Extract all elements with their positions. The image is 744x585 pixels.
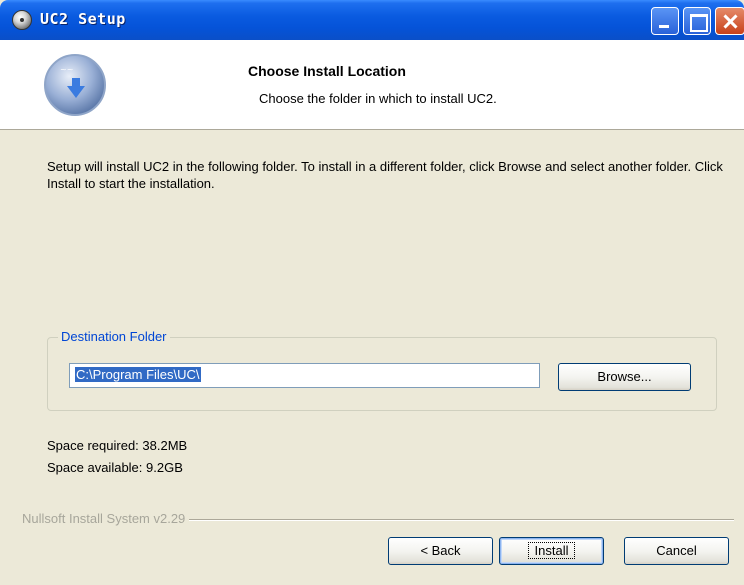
nsis-branding: Nullsoft Install System v2.29	[22, 511, 190, 526]
install-button-label: Install	[527, 542, 576, 559]
page-title: Choose Install Location	[248, 63, 406, 79]
window-title: UC2 Setup	[40, 10, 126, 28]
logo-seal: ~~	[60, 65, 74, 74]
wizard-header: ~~ Choose Install Location Choose the fo…	[0, 40, 744, 130]
space-available: Space available: 9.2GB	[47, 460, 183, 475]
cancel-button[interactable]: Cancel	[624, 537, 729, 565]
back-button-label: < Back	[420, 543, 461, 558]
destination-group-label: Destination Folder	[58, 329, 170, 344]
setup-window: UC2 Setup ~~ Choose Install Location Cho…	[0, 0, 744, 585]
app-disc-icon[interactable]	[12, 10, 32, 30]
intro-text: Setup will install UC2 in the following …	[47, 159, 723, 191]
close-button[interactable]	[715, 7, 744, 35]
install-button[interactable]: Install	[499, 537, 604, 565]
download-arrow-icon	[67, 86, 85, 98]
title-bar[interactable]: UC2 Setup	[0, 0, 744, 40]
cancel-button-label: Cancel	[656, 543, 697, 558]
minimize-button[interactable]	[651, 7, 679, 35]
installer-logo-icon: ~~	[44, 54, 106, 116]
browse-button-label: Browse...	[597, 369, 652, 384]
destination-path-value: C:\Program Files\UC\	[75, 367, 201, 382]
page-subtitle: Choose the folder in which to install UC…	[259, 91, 497, 106]
browse-button[interactable]: Browse...	[558, 363, 691, 391]
maximize-button[interactable]	[683, 7, 711, 35]
back-button[interactable]: < Back	[388, 537, 493, 565]
space-required: Space required: 38.2MB	[47, 438, 188, 453]
destination-path-input[interactable]: C:\Program Files\UC\	[69, 363, 540, 388]
